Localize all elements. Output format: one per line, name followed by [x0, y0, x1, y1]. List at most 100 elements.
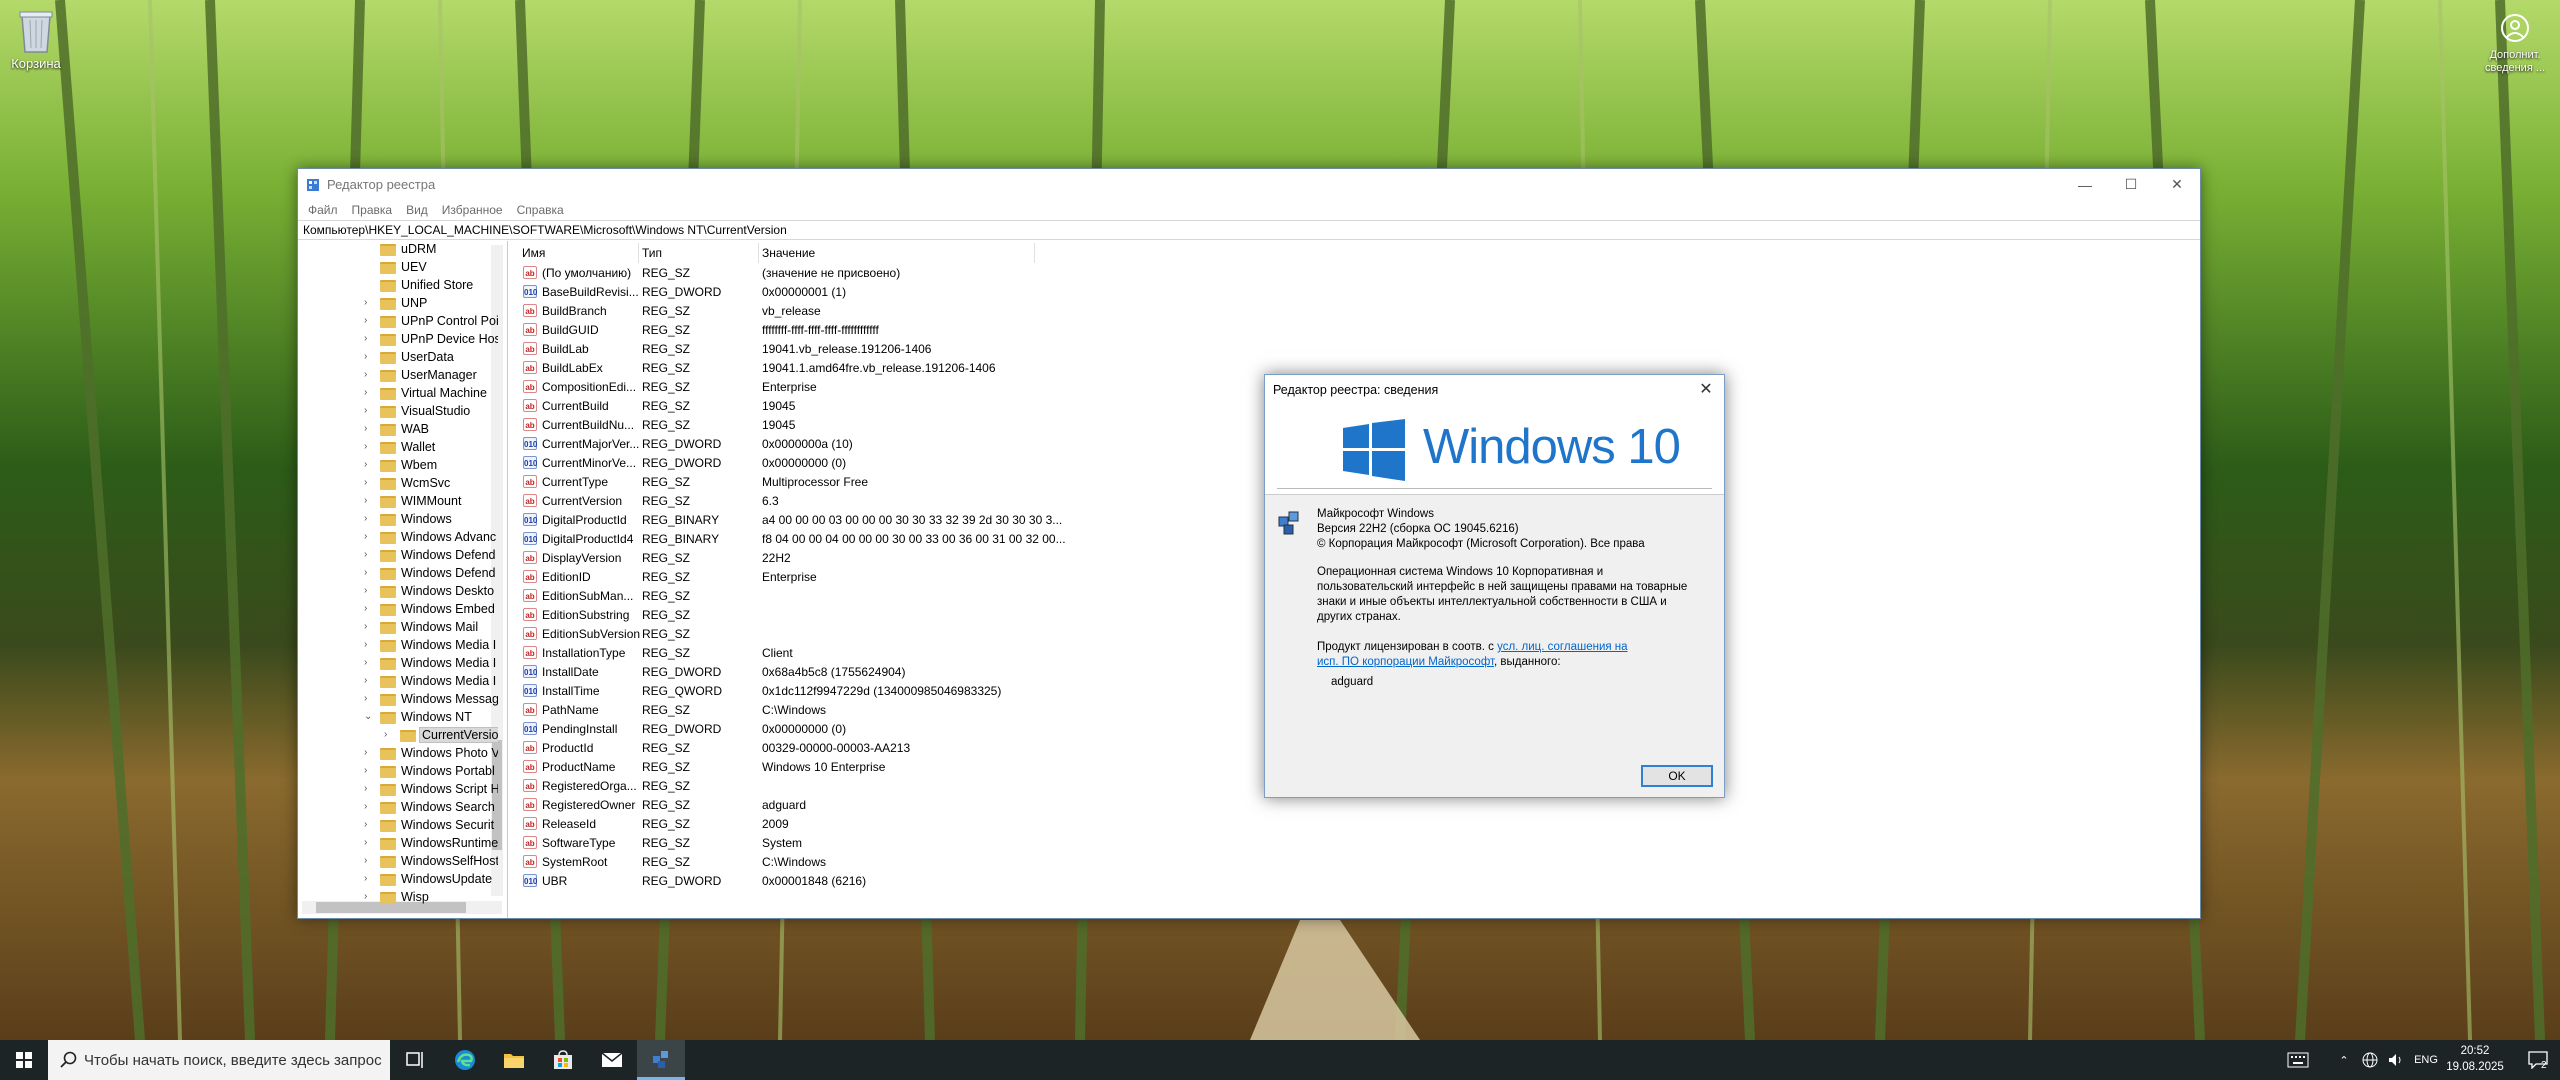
chevron-right-icon[interactable]: ›: [364, 351, 367, 362]
tree-node[interactable]: › Windows Photo V: [298, 745, 498, 763]
chevron-right-icon[interactable]: ›: [364, 801, 367, 812]
tree-node[interactable]: uDRM: [298, 241, 498, 259]
chevron-right-icon[interactable]: ›: [364, 621, 367, 632]
chevron-right-icon[interactable]: ›: [364, 531, 367, 542]
maximize-button[interactable]: ☐: [2108, 169, 2154, 200]
start-button[interactable]: [0, 1040, 48, 1080]
chevron-right-icon[interactable]: ›: [364, 369, 367, 380]
chevron-right-icon[interactable]: ›: [364, 603, 367, 614]
chevron-right-icon[interactable]: ›: [364, 405, 367, 416]
tree-node[interactable]: › VisualStudio: [298, 403, 498, 421]
chevron-right-icon[interactable]: ›: [364, 513, 367, 524]
column-name-header[interactable]: Имя: [522, 246, 545, 260]
tree-node[interactable]: UEV: [298, 259, 498, 277]
chevron-right-icon[interactable]: ›: [364, 657, 367, 668]
taskbar-store-button[interactable]: [539, 1040, 587, 1080]
notification-center-button[interactable]: 2: [2524, 1040, 2554, 1080]
table-row[interactable]: ab BuildLab REG_SZ 19041.vb_release.191206-…: [514, 339, 1614, 358]
chevron-right-icon[interactable]: ›: [364, 675, 367, 686]
ok-button[interactable]: OK: [1641, 765, 1713, 787]
volume-button[interactable]: [2384, 1040, 2408, 1080]
chevron-right-icon[interactable]: ›: [364, 783, 367, 794]
tree-node[interactable]: › WcmSvc: [298, 475, 498, 493]
tree-node[interactable]: › Windows: [298, 511, 498, 529]
address-bar[interactable]: Компьютер\HKEY_LOCAL_MACHINE\SOFTWARE\Mi…: [298, 220, 2200, 240]
chevron-right-icon[interactable]: ›: [364, 333, 367, 344]
chevron-right-icon[interactable]: ›: [364, 495, 367, 506]
table-row[interactable]: ab SoftwareType REG_SZ System: [514, 833, 1614, 852]
taskbar-search-box[interactable]: Чтобы начать поиск, введите здесь запрос: [48, 1040, 390, 1080]
chevron-right-icon[interactable]: ›: [364, 387, 367, 398]
tree-node[interactable]: › Windows Search: [298, 799, 498, 817]
window-titlebar[interactable]: Редактор реестра: [298, 169, 2200, 200]
tree-node[interactable]: › Windows Embed: [298, 601, 498, 619]
chevron-right-icon[interactable]: ›: [364, 837, 367, 848]
tree-node[interactable]: › Windows Defend: [298, 547, 498, 565]
tree-node[interactable]: › Windows Defend: [298, 565, 498, 583]
tree-node[interactable]: Unified Store: [298, 277, 498, 295]
tree-node[interactable]: › WAB: [298, 421, 498, 439]
chevron-right-icon[interactable]: ›: [364, 297, 367, 308]
column-value-header[interactable]: Значение: [762, 246, 815, 260]
tree-node[interactable]: › WIMMount: [298, 493, 498, 511]
dialog-titlebar[interactable]: Редактор реестра: сведения: [1265, 375, 1724, 405]
menu-favorites[interactable]: Избранное: [435, 203, 510, 217]
tree-node[interactable]: › Windows Securit: [298, 817, 498, 835]
tree-node[interactable]: › WindowsRuntime: [298, 835, 498, 853]
column-divider[interactable]: [758, 243, 759, 263]
taskbar-file-explorer-button[interactable]: [490, 1040, 538, 1080]
registry-tree[interactable]: uDRM UEV Unified Store › UNP › UPnP Control Po…: [298, 241, 508, 918]
chevron-right-icon[interactable]: ›: [364, 315, 367, 326]
column-divider[interactable]: [1034, 243, 1035, 263]
recycle-bin-desktop-icon[interactable]: Корзина: [0, 6, 72, 71]
table-row[interactable]: ab (По умолчанию) REG_SZ (значение не присв…: [514, 263, 1614, 282]
chevron-right-icon[interactable]: ›: [364, 765, 367, 776]
desktop-corner-info[interactable]: Дополнит. сведения ...: [2475, 13, 2555, 75]
chevron-right-icon[interactable]: ›: [364, 855, 367, 866]
dialog-close-button[interactable]: ✕: [1694, 378, 1718, 402]
column-type-header[interactable]: Тип: [642, 246, 662, 260]
chevron-right-icon[interactable]: ›: [364, 585, 367, 596]
taskbar-regedit-button[interactable]: [637, 1040, 685, 1080]
tree-node[interactable]: › Windows Advanc: [298, 529, 498, 547]
table-row[interactable]: 010 UBR REG_DWORD 0x00001848 (6216): [514, 871, 1614, 890]
tree-node[interactable]: › WindowsUpdate: [298, 871, 498, 889]
chevron-right-icon[interactable]: ›: [364, 747, 367, 758]
tree-node[interactable]: › Windows Media I: [298, 655, 498, 673]
task-view-button[interactable]: [392, 1040, 440, 1080]
tree-node[interactable]: › Windows Deskto: [298, 583, 498, 601]
tree-node[interactable]: ⌄ Windows NT: [298, 709, 498, 727]
tree-node[interactable]: › CurrentVersion: [298, 727, 498, 745]
chevron-right-icon[interactable]: ›: [364, 567, 367, 578]
chevron-right-icon[interactable]: ›: [364, 891, 367, 902]
tree-node[interactable]: › Wbem: [298, 457, 498, 475]
tree-node[interactable]: › Windows Portabl: [298, 763, 498, 781]
tree-node[interactable]: › Wisp: [298, 889, 498, 907]
tree-node[interactable]: › Windows Media I: [298, 637, 498, 655]
chevron-right-icon[interactable]: ›: [364, 459, 367, 470]
menu-help[interactable]: Справка: [510, 203, 571, 217]
tree-node[interactable]: › Windows Messag: [298, 691, 498, 709]
menu-view[interactable]: Вид: [399, 203, 435, 217]
minimize-button[interactable]: —: [2062, 169, 2108, 200]
tray-keyboard-button[interactable]: [2278, 1040, 2318, 1080]
chevron-right-icon[interactable]: ›: [364, 477, 367, 488]
tree-node[interactable]: › UserManager: [298, 367, 498, 385]
chevron-right-icon[interactable]: ›: [364, 873, 367, 884]
show-hidden-icons-button[interactable]: ⌃: [2332, 1040, 2356, 1080]
chevron-right-icon[interactable]: ›: [384, 729, 387, 740]
table-row[interactable]: ab SystemRoot REG_SZ C:\Windows: [514, 852, 1614, 871]
chevron-right-icon[interactable]: ›: [364, 549, 367, 560]
tree-node[interactable]: › Virtual Machine: [298, 385, 498, 403]
table-row[interactable]: ab ReleaseId REG_SZ 2009: [514, 814, 1614, 833]
tree-node[interactable]: › Windows Media I: [298, 673, 498, 691]
tree-node[interactable]: › WindowsSelfHost: [298, 853, 498, 871]
close-button[interactable]: ✕: [2154, 169, 2200, 200]
tree-node[interactable]: › UPnP Device Hos: [298, 331, 498, 349]
tree-node[interactable]: › UNP: [298, 295, 498, 313]
chevron-right-icon[interactable]: ›: [364, 693, 367, 704]
tree-node[interactable]: › Wallet: [298, 439, 498, 457]
taskbar-edge-button[interactable]: [441, 1040, 489, 1080]
menu-file[interactable]: Файл: [301, 203, 345, 217]
chevron-right-icon[interactable]: ›: [364, 639, 367, 650]
